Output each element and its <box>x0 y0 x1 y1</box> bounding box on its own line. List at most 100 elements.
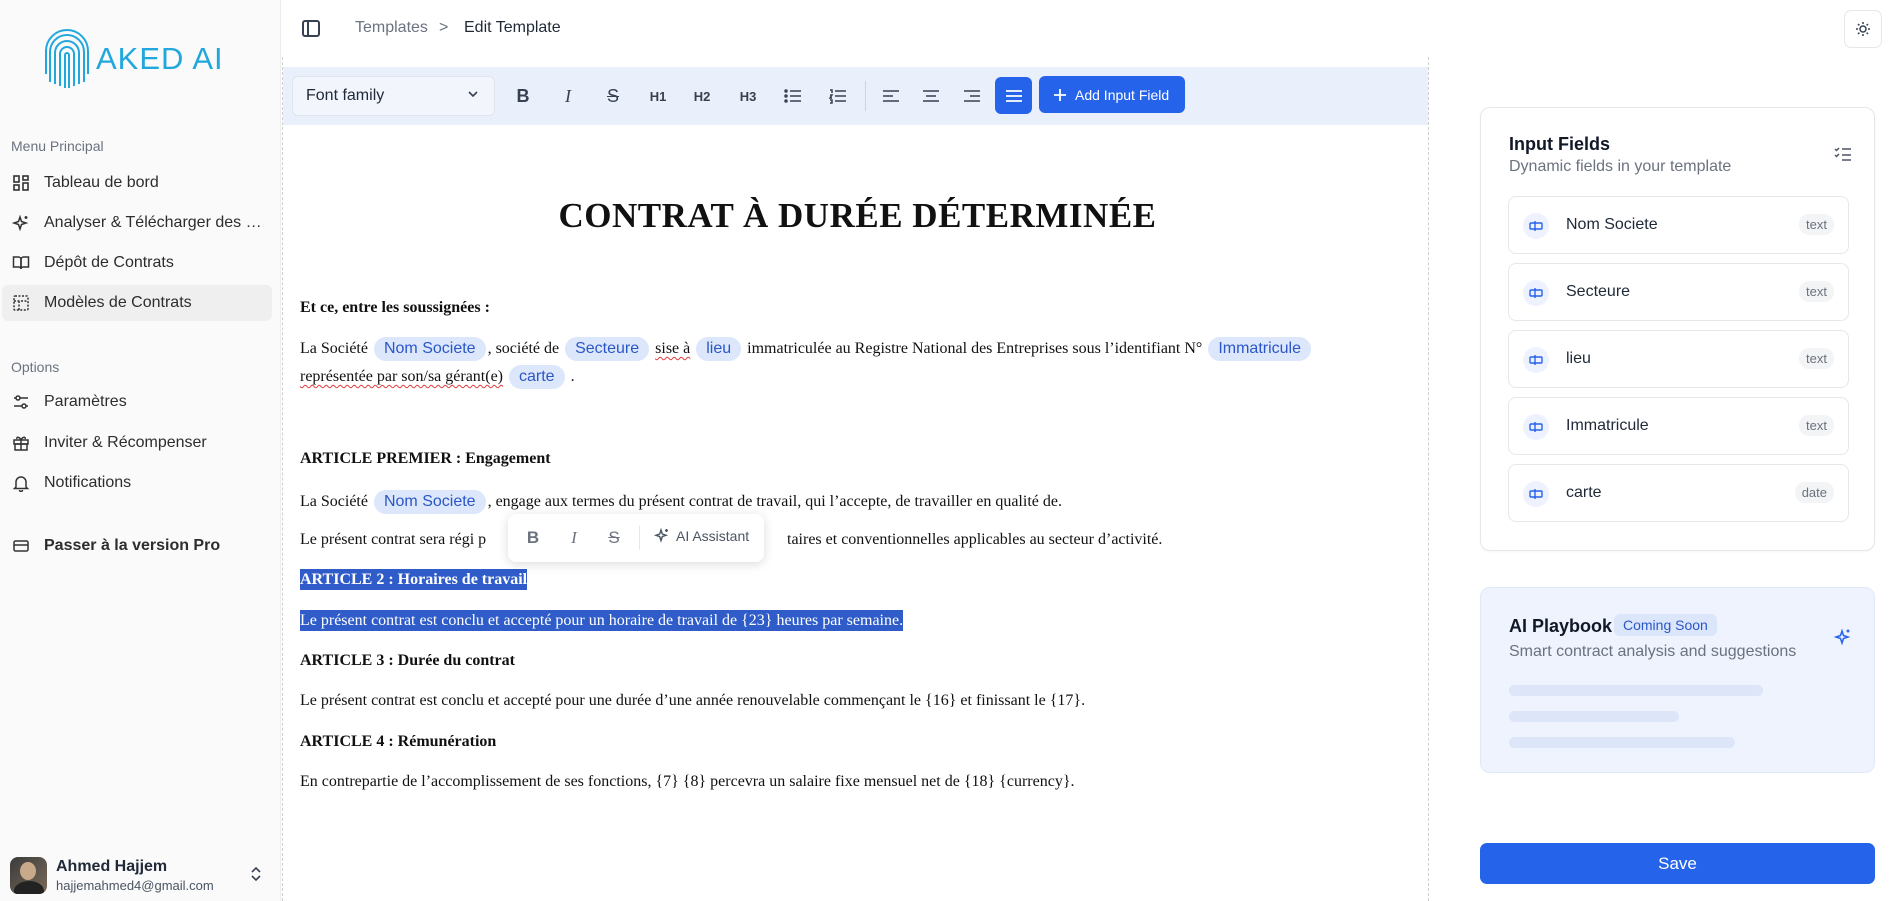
logo[interactable]: AKED AI <box>44 24 224 94</box>
text-run: sise à <box>655 340 691 357</box>
user-email: hajjemahmed4@gmail.com <box>56 877 214 893</box>
right-panel: Input Fields Dynamic fields in your temp… <box>1453 57 1894 901</box>
floating-bold-button[interactable]: B <box>522 527 544 549</box>
floating-strike-button[interactable]: S <box>603 527 625 549</box>
sidebar-item-invite[interactable]: Inviter & Récompenser <box>2 425 272 461</box>
align-justify-icon <box>1005 89 1022 102</box>
italic-button[interactable]: I <box>554 82 582 110</box>
save-button[interactable]: Save <box>1480 843 1875 884</box>
field-chip-lieu[interactable]: lieu <box>696 337 742 361</box>
text-run: représentée par son/sa gérant(e) <box>300 368 503 385</box>
sidebar-item-templates[interactable]: Modèles de Contrats <box>2 285 272 321</box>
text-run: , engage aux termes du présent contrat d… <box>487 493 1062 510</box>
list-checks-icon[interactable] <box>1834 146 1852 162</box>
article-4-title: ARTICLE 4 : Rémunération <box>300 733 497 750</box>
sidebar-item-notifications[interactable]: Notifications <box>2 465 272 501</box>
sparkles-icon <box>654 528 669 543</box>
paragraph-parties-cont: représentée par son/sa gérant(e) carte . <box>300 365 575 389</box>
sidebar-item-label: Passer à la version Pro <box>44 537 221 554</box>
input-field-item[interactable]: carte date <box>1508 464 1849 522</box>
align-center-button[interactable] <box>917 82 945 110</box>
heading-2-button[interactable]: H2 <box>688 82 716 110</box>
input-field-name: lieu <box>1566 350 1591 367</box>
selected-text: ARTICLE 2 : Horaires de travail <box>300 569 528 590</box>
bold-button[interactable]: B <box>509 82 537 110</box>
font-family-value: Font family <box>306 87 385 104</box>
sidebar-item-label: Inviter & Récompenser <box>44 434 207 451</box>
input-field-item[interactable]: Immatricule text <box>1508 397 1849 455</box>
sidebar-item-contracts[interactable]: Dépôt de Contrats <box>2 245 272 281</box>
text-run: . <box>570 368 575 385</box>
field-chip-secteure[interactable]: Secteure <box>565 337 650 361</box>
input-fields-subtitle: Dynamic fields in your template <box>1509 158 1732 175</box>
align-right-button[interactable] <box>958 82 986 110</box>
input-field-item[interactable]: Secteure text <box>1508 263 1849 321</box>
credit-card-icon <box>12 537 30 555</box>
input-field-name: Immatricule <box>1566 417 1649 434</box>
plus-icon <box>1054 88 1066 101</box>
book-open-icon <box>12 254 30 272</box>
input-field-item[interactable]: Nom Societe text <box>1508 196 1849 254</box>
toolbar-divider <box>865 81 866 111</box>
article-2-paragraph: Le présent contrat est conclu et accepté… <box>300 610 904 631</box>
avatar <box>10 856 47 894</box>
dashboard-icon <box>12 174 30 192</box>
article-1-title: ARTICLE PREMIER : Engagement <box>300 450 551 467</box>
ai-assistant-label: AI Assistant <box>676 528 750 544</box>
ordered-list-button[interactable] <box>824 82 852 110</box>
field-chip-nom-societe[interactable]: Nom Societe <box>373 337 486 361</box>
editor: Font family B I S H1 H2 H3 Add Input Fie… <box>282 57 1429 901</box>
article-2-title: ARTICLE 2 : Horaires de travail <box>300 569 528 590</box>
text-run: La Société <box>300 340 368 357</box>
field-chip-nom-societe-2[interactable]: Nom Societe <box>373 490 486 514</box>
sun-icon <box>1856 22 1870 36</box>
floating-italic-button[interactable]: I <box>563 527 585 549</box>
text-cursor-input-icon <box>1523 481 1549 507</box>
sidebar-item-analyze[interactable]: Analyser & Télécharger des … <box>2 205 272 241</box>
editor-toolbar: Font family B I S H1 H2 H3 Add Input Fie… <box>283 67 1428 125</box>
sidebar-item-settings[interactable]: Paramètres <box>2 384 272 420</box>
paragraph-parties: La Société Nom Societe, société de Secte… <box>300 337 1313 361</box>
sparkles-icon <box>1834 628 1851 646</box>
user-profile[interactable]: Ahmed Hajjem hajjemahmed4@gmail.com <box>10 855 272 895</box>
input-field-type-badge: date <box>1794 482 1834 503</box>
text-cursor-input-icon <box>1523 347 1549 373</box>
input-field-type-badge: text <box>1799 348 1834 369</box>
text-run: La Société <box>300 493 368 510</box>
bullet-list-button[interactable] <box>779 82 807 110</box>
theme-toggle-button[interactable] <box>1844 10 1882 48</box>
add-input-field-button[interactable]: Add Input Field <box>1039 76 1185 113</box>
align-justify-button[interactable] <box>995 77 1032 114</box>
sidebar-item-dashboard[interactable]: Tableau de bord <box>2 165 272 201</box>
sliders-icon <box>12 393 30 411</box>
text-cursor-input-icon <box>1523 414 1549 440</box>
sparkles-icon <box>12 214 30 232</box>
strikethrough-button[interactable]: S <box>599 82 627 110</box>
menu-section-label: Menu Principal <box>11 138 104 154</box>
skeleton-line <box>1509 737 1735 748</box>
heading-1-button[interactable]: H1 <box>644 82 672 110</box>
field-chip-carte[interactable]: carte <box>509 365 565 389</box>
text-cursor-input-icon <box>1523 280 1549 306</box>
ai-assistant-button[interactable]: AI Assistant <box>654 528 749 544</box>
align-left-button[interactable] <box>877 82 905 110</box>
breadcrumb-templates[interactable]: Templates <box>355 19 428 37</box>
text-run: taires et conventionnelles applicables a… <box>787 531 1163 548</box>
heading-3-button[interactable]: H3 <box>734 82 762 110</box>
text-run: immatriculée au Registre National des En… <box>747 340 1203 357</box>
sidebar-toggle-icon[interactable] <box>302 20 320 37</box>
input-fields-card: Input Fields Dynamic fields in your temp… <box>1480 107 1875 551</box>
gift-icon <box>12 434 30 452</box>
font-family-select[interactable]: Font family <box>292 76 495 116</box>
skeleton-line <box>1509 685 1763 696</box>
sidebar-item-upgrade[interactable]: Passer à la version Pro <box>2 528 272 564</box>
field-chip-immatricule[interactable]: Immatricule <box>1208 337 1312 361</box>
input-field-name: carte <box>1566 484 1602 501</box>
input-field-item[interactable]: lieu text <box>1508 330 1849 388</box>
article-1-paragraph-2-end: taires et conventionnelles applicables a… <box>787 531 1162 549</box>
text-cursor-input-icon <box>1523 213 1549 239</box>
chevrons-up-down-icon[interactable] <box>250 865 262 883</box>
options-section-label: Options <box>11 359 60 375</box>
ai-playbook-card: AI Playbook Coming Soon Smart contract a… <box>1480 587 1875 773</box>
ai-playbook-title: AI Playbook <box>1509 616 1613 636</box>
